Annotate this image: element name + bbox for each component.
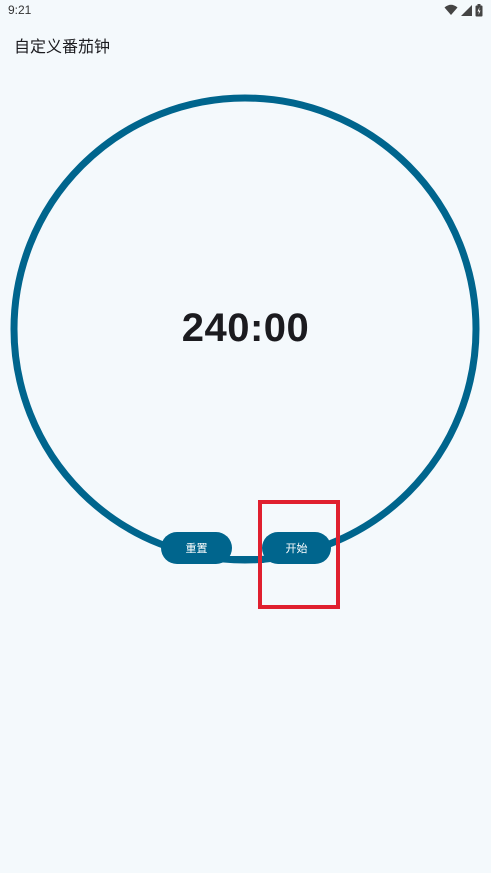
reset-button[interactable]: 重置 xyxy=(161,532,232,564)
timer-display: 240:00 xyxy=(181,306,310,350)
highlight-annotation-box xyxy=(258,500,340,609)
timer-ring xyxy=(10,94,480,564)
